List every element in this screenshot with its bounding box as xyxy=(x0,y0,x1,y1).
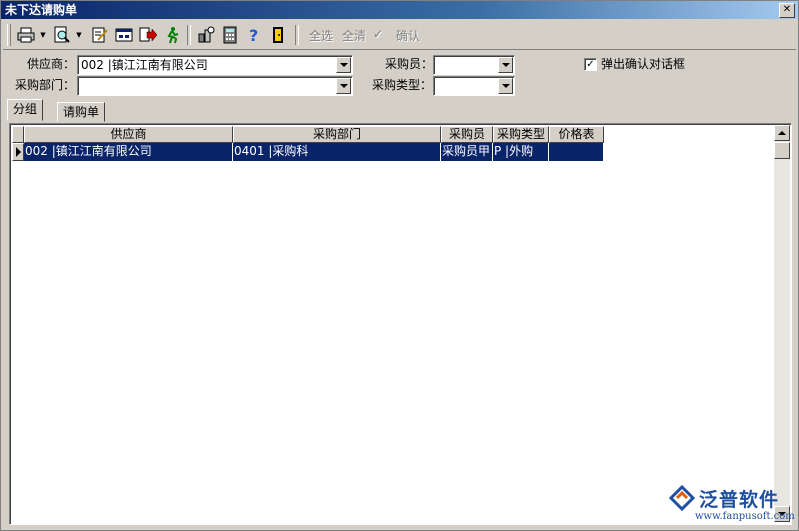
column-header-buyer[interactable]: 采购员 xyxy=(441,126,493,143)
dept-combo[interactable] xyxy=(77,76,353,96)
scroll-thumb[interactable] xyxy=(774,142,790,159)
buyer-dropdown-button[interactable] xyxy=(498,57,513,73)
tab-group-label: 分组 xyxy=(13,102,38,116)
column-header-dept[interactable]: 采购部门 xyxy=(233,126,441,143)
supplier-label: 供应商： xyxy=(27,57,76,71)
preview-dropdown[interactable]: ▼ xyxy=(75,24,83,46)
print-preview-icon xyxy=(54,26,70,43)
type-dropdown-button[interactable] xyxy=(498,78,513,94)
run-icon xyxy=(167,27,179,44)
clear-all-button[interactable]: 全清 xyxy=(342,27,366,44)
print-preview-button[interactable] xyxy=(51,24,73,46)
export-button[interactable] xyxy=(137,24,159,46)
vertical-scrollbar[interactable] xyxy=(774,125,790,522)
calculator-button[interactable] xyxy=(219,24,241,46)
arrow-up-icon xyxy=(778,131,786,135)
supplier-combo[interactable]: 002 |镇江江南有限公司 xyxy=(77,55,353,75)
toolbar-separator xyxy=(295,25,299,45)
select-all-button[interactable]: 全选 xyxy=(309,27,333,44)
column-header-pricelist[interactable]: 价格表 xyxy=(549,126,604,143)
chevron-down-icon xyxy=(339,84,348,88)
table-row-cell-buyer[interactable]: 采购员甲 xyxy=(441,143,493,161)
help-button[interactable]: ? xyxy=(243,24,265,46)
svg-text:?: ? xyxy=(249,26,258,44)
grid-corner-header xyxy=(12,126,24,143)
confirm-button[interactable]: 确认 xyxy=(396,27,420,44)
current-row-icon xyxy=(15,147,21,157)
title-bar: 未下达请购单 ✕ xyxy=(1,1,798,19)
buyer-label: 采购员： xyxy=(385,57,434,71)
exit-button[interactable] xyxy=(267,24,289,46)
brand-logo-icon xyxy=(669,485,695,511)
main-window: 未下达请购单 ✕ ▼ ▼ ? 全选 全清 ✓ 确认 供应商： 002 |镇江江南… xyxy=(0,0,799,531)
tab-group[interactable]: 分组 xyxy=(7,99,44,121)
calculator-icon xyxy=(223,26,237,44)
supplier-value: 002 |镇江江南有限公司 xyxy=(81,58,208,72)
print-icon xyxy=(17,27,35,43)
close-button[interactable]: ✕ xyxy=(779,3,795,18)
dept-label: 采购部门： xyxy=(15,78,76,92)
window-title: 未下达请购单 xyxy=(5,3,78,17)
table-row-cell-supplier[interactable]: 002 |镇江江南有限公司 xyxy=(24,143,233,161)
table-row-cell-pricelist[interactable] xyxy=(549,143,604,161)
print-dropdown[interactable]: ▼ xyxy=(39,24,47,46)
export-icon xyxy=(139,27,157,42)
table-row-cell-dept[interactable]: 0401 |采购科 xyxy=(233,143,441,161)
table-row-cell-type[interactable]: P |外购 xyxy=(493,143,549,161)
edit-icon xyxy=(92,27,108,43)
row-indicator[interactable] xyxy=(12,143,24,161)
popup-confirm-label: 弹出确认对话框 xyxy=(601,57,686,71)
popup-confirm-checkbox[interactable]: ✓ xyxy=(584,58,597,71)
brand-logo: 泛普软件 www.fanpusoft.com xyxy=(669,485,795,527)
chevron-down-icon xyxy=(501,84,510,88)
exit-icon xyxy=(273,27,283,43)
toolbar: ▼ ▼ ? 全选 全清 ✓ 确认 xyxy=(3,21,796,50)
type-label: 采购类型： xyxy=(372,78,433,92)
brand-name: 泛普软件 xyxy=(699,489,780,511)
toolbar-separator xyxy=(187,25,191,45)
tab-requisition-label: 请购单 xyxy=(63,105,100,119)
dept-dropdown-button[interactable] xyxy=(336,78,351,94)
type-combo[interactable] xyxy=(433,76,515,96)
buyer-combo[interactable] xyxy=(433,55,515,75)
run-button[interactable] xyxy=(161,24,183,46)
tab-requisition[interactable]: 请购单 xyxy=(57,102,106,122)
column-header-supplier[interactable]: 供应商 xyxy=(24,126,233,143)
data-grid: 供应商 采购部门 采购员 采购类型 价格表 002 |镇江江南有限公司 0401… xyxy=(9,123,792,525)
scroll-up-button[interactable] xyxy=(774,125,790,141)
network-button[interactable] xyxy=(195,24,217,46)
print-button[interactable] xyxy=(15,24,37,46)
close-icon: ✕ xyxy=(782,4,792,15)
chevron-down-icon xyxy=(339,63,348,67)
chevron-down-icon xyxy=(501,63,510,67)
column-header-type[interactable]: 采购类型 xyxy=(493,126,549,143)
window-icon xyxy=(115,28,133,42)
supplier-dropdown-button[interactable] xyxy=(336,57,351,73)
check-icon: ✓ xyxy=(586,59,595,70)
help-icon: ? xyxy=(249,26,258,44)
brand-url: www.fanpusoft.com xyxy=(695,511,795,522)
toolbar-grip[interactable] xyxy=(7,24,11,46)
network-icon xyxy=(198,26,215,43)
window-button[interactable] xyxy=(113,24,135,46)
confirm-check-icon: ✓ xyxy=(373,27,384,41)
edit-button[interactable] xyxy=(89,24,111,46)
